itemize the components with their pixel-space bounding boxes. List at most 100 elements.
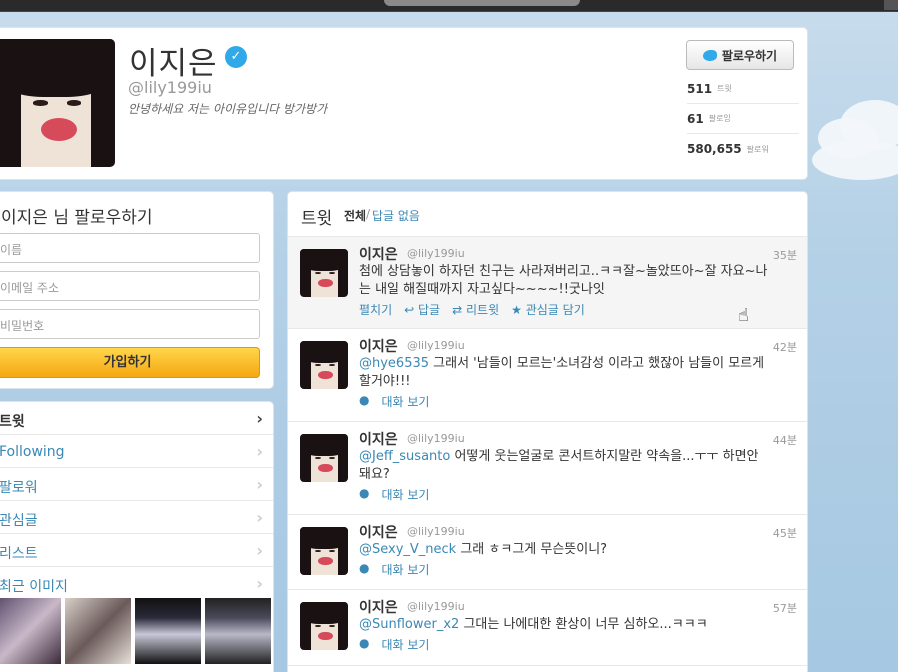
tweet-mention[interactable]: @Sunflower_x2: [359, 617, 459, 632]
tweet-author-name[interactable]: 이지은: [359, 429, 398, 449]
nav-item-following[interactable]: Following ›: [0, 435, 273, 468]
profile-handle: @lily199iu: [128, 78, 212, 97]
tweet-time[interactable]: 42분: [773, 339, 797, 355]
verified-badge-icon: ✓: [225, 46, 247, 68]
view-conversation[interactable]: ● 대화 보기: [359, 636, 429, 653]
speech-bubble-icon: ●: [359, 486, 370, 500]
filter-all[interactable]: 전체: [344, 207, 366, 224]
view-conversation[interactable]: ● 대화 보기: [359, 561, 429, 578]
tweet-avatar[interactable]: [300, 249, 348, 297]
nav-item-favorites[interactable]: 관심글 ›: [0, 501, 273, 534]
chevron-right-icon: ›: [256, 442, 263, 461]
nav-item-lists[interactable]: 리스트 ›: [0, 534, 273, 567]
stat-followers-label: 팔로워: [746, 144, 769, 154]
nav-item-tweets[interactable]: 트윗 ›: [0, 402, 273, 435]
tweet-item[interactable]: 이지은 @lily199iu 45분 @Sexy_V_neck 그래 ㅎㅋ그게 …: [288, 515, 807, 590]
tweet-time[interactable]: 44분: [773, 432, 797, 448]
nav-item-followers[interactable]: 팔로워 ›: [0, 468, 273, 501]
profile-header: 이지은 ✓ @lily199iu 안녕하세요 저는 아이유입니다 방가방가 팔로…: [0, 27, 808, 180]
tweet-author-name[interactable]: 이지은: [359, 336, 398, 356]
nav-item-label: 트윗: [0, 414, 25, 430]
tweet-body: 그대는 나에대한 환상이 너무 심하오...ㅋㅋㅋ: [459, 617, 708, 632]
view-conversation[interactable]: ● 대화 보기: [359, 486, 429, 503]
view-conversation-label: 대화 보기: [381, 563, 430, 577]
name-field[interactable]: 이름: [0, 233, 260, 263]
tweet-time[interactable]: 45분: [773, 525, 797, 541]
speech-bubble-icon: ●: [359, 393, 370, 407]
tweet-avatar[interactable]: [300, 341, 348, 389]
tweet-item[interactable]: 이지은 @lily199iu 44분 @Jeff_susanto 어떻게 웃는얼…: [288, 422, 807, 515]
nav-item-label: 관심글: [0, 513, 38, 529]
tweet-time[interactable]: 35분: [773, 247, 797, 263]
tweet-author-handle[interactable]: @lily199iu: [407, 247, 465, 260]
filter-no-replies[interactable]: 답글 없음: [372, 207, 420, 224]
tweet-body: 그래 ㅎㅋ그게 무슨뜻이니?: [456, 542, 608, 557]
tweet-item[interactable]: 이지은 @lily199iu 57분 @Sunflower_x2 그대는 나에대…: [288, 590, 807, 666]
signup-panel: 이지은 님 팔로우하기 이름 이메일 주소 비밀번호 가입하기: [0, 191, 274, 389]
profile-avatar[interactable]: [0, 39, 115, 167]
tweet-mention[interactable]: @Sexy_V_neck: [359, 542, 456, 557]
follow-button-label: 팔로우하기: [721, 48, 778, 63]
view-conversation-label: 대화 보기: [381, 638, 430, 652]
chevron-right-icon: ›: [256, 409, 263, 428]
reply-label: 답글: [418, 303, 441, 317]
window-tab-handle: [384, 0, 580, 6]
chevron-right-icon: ›: [256, 508, 263, 527]
recent-image[interactable]: [0, 598, 61, 664]
recent-image[interactable]: [135, 598, 201, 664]
tweet-item[interactable]: 이지은 @lily199iu 35분 첨에 상담놓이 하자던 친구는 사라져버리…: [288, 237, 807, 329]
follow-button[interactable]: 팔로우하기: [686, 40, 794, 70]
stat-tweets-count: 511: [687, 81, 713, 96]
tweet-timeline: 트윗 전체 / 답글 없음 이지은 @lily199iu 35분 첨에 상담놓이…: [287, 191, 808, 672]
tweet-text: @Sunflower_x2 그대는 나에대한 환상이 너무 심하오...ㅋㅋㅋ: [359, 616, 769, 634]
reply-action[interactable]: ↩ 답글: [404, 301, 440, 318]
profile-name: 이지은: [129, 46, 218, 82]
view-conversation-label: 대화 보기: [381, 395, 430, 409]
tweet-author-handle[interactable]: @lily199iu: [407, 432, 465, 445]
timeline-title: 트윗: [301, 209, 333, 229]
tweet-text: 첨에 상담놓이 하자던 친구는 사라져버리고..ㅋㅋ잘~놀았뜨아~잘 자요~나는…: [359, 264, 768, 297]
tweet-avatar[interactable]: [300, 527, 348, 575]
filter-separator: /: [366, 207, 371, 221]
tweet-avatar[interactable]: [300, 434, 348, 482]
join-button[interactable]: 가입하기: [0, 347, 260, 378]
timeline-header: 트윗 전체 / 답글 없음: [288, 192, 807, 237]
recent-image[interactable]: [65, 598, 131, 664]
retweet-label: 리트윗: [466, 303, 500, 317]
twitter-bird-icon: [702, 49, 717, 61]
tweet-author-handle[interactable]: @lily199iu: [407, 600, 465, 613]
stat-followers[interactable]: 580,655 팔로워: [687, 134, 799, 164]
nav-item-label: 팔로워: [0, 480, 38, 496]
expand-link[interactable]: 펼치기: [359, 301, 392, 318]
password-field[interactable]: 비밀번호: [0, 309, 260, 339]
recent-images-grid: [0, 598, 271, 664]
chevron-right-icon: ›: [256, 574, 263, 593]
retweet-action[interactable]: ⇄ 리트윗: [452, 301, 499, 318]
tweet-mention[interactable]: @hye6535: [359, 356, 429, 371]
tweet-author-name[interactable]: 이지은: [359, 522, 398, 542]
view-conversation[interactable]: ● 대화 보기: [359, 393, 429, 410]
nav-item-recent-images[interactable]: 최근 이미지 ›: [0, 567, 273, 600]
stat-following-label: 팔로잉: [708, 114, 731, 123]
tweet-author-name[interactable]: 이지은: [359, 597, 398, 617]
tweet-author-handle[interactable]: @lily199iu: [407, 339, 465, 352]
email-field[interactable]: 이메일 주소: [0, 271, 260, 301]
tweet-mention[interactable]: @Jeff_susanto: [359, 449, 450, 464]
tweet-text: @hye6535 그래서 '남들이 모르는'소녀감성 이라고 했잖아 남들이 모…: [359, 355, 769, 391]
stat-tweets-label: 트윗: [717, 84, 732, 93]
favorite-action[interactable]: ★ 관심글 담기: [511, 301, 585, 318]
speech-bubble-icon: ●: [359, 561, 370, 575]
tweet-author-handle[interactable]: @lily199iu: [407, 525, 465, 538]
nav-item-label: 최근 이미지: [0, 579, 68, 595]
stat-tweets[interactable]: 511 트윗: [687, 74, 799, 104]
tweet-actions: 펼치기 ↩ 답글 ⇄ 리트윗 ★ 관심글 담기: [359, 301, 585, 318]
tweet-author-name[interactable]: 이지은: [359, 244, 398, 264]
tweet-item[interactable]: 이지은 @lily199iu 42분 @hye6535 그래서 '남들이 모르는…: [288, 329, 807, 422]
tweet-time[interactable]: 57분: [773, 600, 797, 616]
stat-following[interactable]: 61 팔로잉: [687, 104, 799, 134]
star-icon: ★: [511, 303, 522, 317]
tweet-avatar[interactable]: [300, 602, 348, 650]
recent-image[interactable]: [205, 598, 271, 664]
profile-nav: 트윗 › Following › 팔로워 › 관심글 › 리스트 › 최근 이미…: [0, 401, 274, 672]
chevron-right-icon: ›: [256, 475, 263, 494]
